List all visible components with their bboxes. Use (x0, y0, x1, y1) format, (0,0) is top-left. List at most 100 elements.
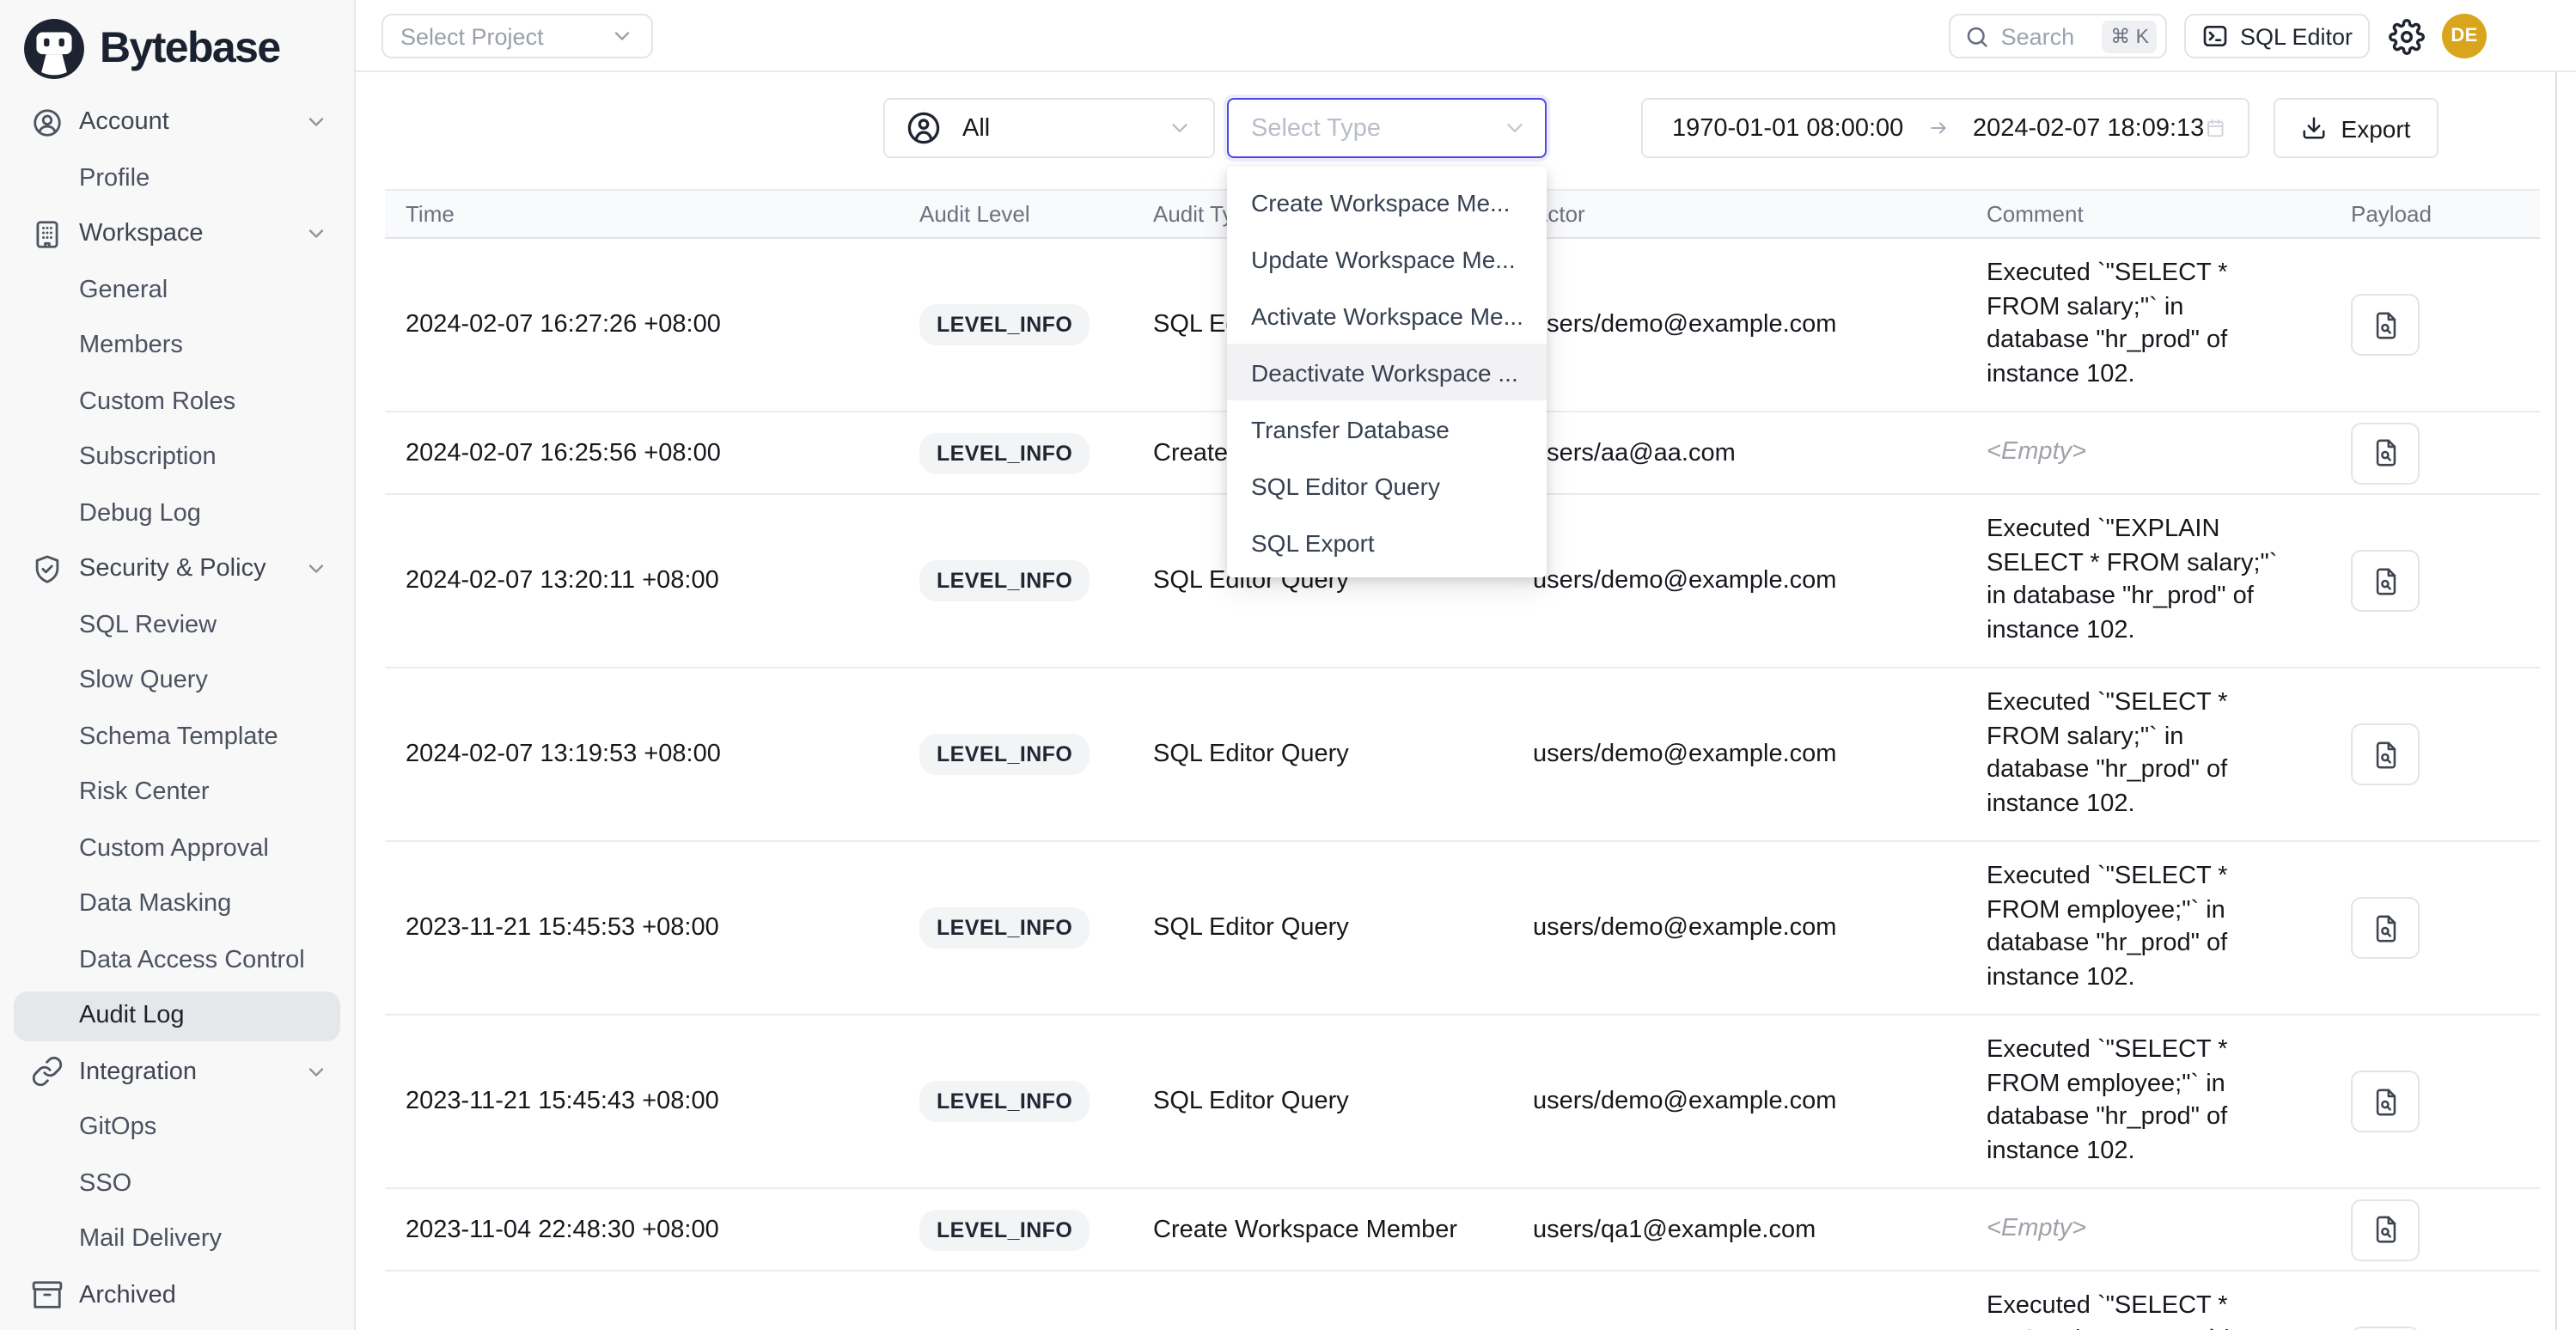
audit-actor: users/demo@example.com (1519, 239, 1973, 411)
date-range-picker[interactable]: 1970-01-01 08:00:00 2024-02-07 18:09:13 (1641, 98, 2249, 158)
sidebar-item-subscription[interactable]: Subscription (0, 430, 354, 485)
export-button[interactable]: Export (2274, 98, 2439, 158)
table-row: 2024-02-07 13:19:53 +08:00 LEVEL_INFO SQ… (385, 668, 2540, 842)
actor-filter-value: All (962, 114, 990, 142)
topbar: Select Project Search ⌘ K SQL Editor DE (356, 0, 2576, 72)
type-dropdown-option[interactable]: Transfer Database (1227, 400, 1547, 457)
audit-type: SQL Editor Query (1139, 842, 1519, 1014)
sidebar-item-archived[interactable]: Archived (0, 1267, 354, 1323)
sidebar: Bytebase Account Profile Workspace Gener… (0, 0, 356, 1330)
audit-type: SQL Editor Query (1139, 1016, 1519, 1187)
audit-time: 2023-11-04 01:06:24 +08:00 (385, 1272, 906, 1330)
sidebar-item-account[interactable]: Account (0, 95, 354, 150)
sidebar-item-custom-roles[interactable]: Custom Roles (0, 374, 354, 430)
chevron-down-icon (304, 558, 328, 582)
column-header-comment: Comment (1973, 201, 2337, 227)
audit-time: 2024-02-07 16:25:56 +08:00 (385, 412, 906, 493)
settings-gear-button[interactable] (2387, 17, 2425, 55)
sql-editor-button[interactable]: SQL Editor (2185, 14, 2370, 58)
scrollbar-track[interactable] (2555, 72, 2557, 1330)
audit-comment: Executed `"SELECT * FROM salary;"` in da… (1973, 668, 2337, 840)
type-filter-select[interactable]: Select Type (1227, 98, 1547, 158)
view-payload-button[interactable] (2351, 1199, 2420, 1260)
audit-time: 2024-02-07 13:19:53 +08:00 (385, 668, 906, 840)
download-icon (2302, 115, 2328, 141)
audit-level-badge: LEVEL_INFO (919, 432, 1090, 473)
audit-comment: <Empty> (1973, 412, 2337, 493)
sidebar-item-sql-review[interactable]: SQL Review (0, 597, 354, 653)
file-search-icon (2371, 438, 2400, 467)
view-payload-button[interactable] (2351, 550, 2420, 612)
sidebar-nav: Account Profile Workspace General Member… (0, 95, 354, 1323)
terminal-icon (2202, 22, 2230, 50)
sidebar-item-data-access-control[interactable]: Data Access Control (0, 932, 354, 988)
table-row: 2023-11-21 15:45:43 +08:00 LEVEL_INFO SQ… (385, 1016, 2540, 1189)
chevron-down-icon (304, 223, 328, 247)
bytebase-logo-icon (22, 17, 86, 81)
audit-time: 2023-11-04 22:48:30 +08:00 (385, 1189, 906, 1270)
view-payload-button[interactable] (2351, 1071, 2420, 1132)
audit-comment: <Empty> (1973, 1189, 2337, 1270)
user-avatar[interactable]: DE (2442, 14, 2487, 58)
type-dropdown-option[interactable]: SQL Export (1227, 514, 1547, 570)
gear-icon (2388, 18, 2424, 54)
project-select[interactable]: Select Project (382, 14, 653, 58)
sidebar-item-gitops[interactable]: GitOps (0, 1100, 354, 1156)
type-dropdown-option[interactable]: Deactivate Workspace ... (1227, 344, 1547, 400)
audit-comment: Executed `"SELECT * FROM department;"` i… (1973, 1272, 2337, 1330)
view-payload-button[interactable] (2351, 422, 2420, 484)
project-select-value: Select Project (400, 23, 544, 49)
view-payload-button[interactable] (2351, 723, 2420, 785)
search-input[interactable]: Search ⌘ K (1950, 14, 2168, 58)
audit-time: 2023-11-21 15:45:43 +08:00 (385, 1016, 906, 1187)
type-dropdown-option[interactable]: Create Workspace Me... (1227, 174, 1547, 230)
audit-comment: Executed `"EXPLAIN SELECT * FROM salary;… (1973, 495, 2337, 667)
column-header-payload: Payload (2337, 201, 2540, 227)
sidebar-item-schema-template[interactable]: Schema Template (0, 709, 354, 765)
audit-time: 2024-02-07 13:20:11 +08:00 (385, 495, 906, 667)
column-header-time: Time (385, 201, 906, 227)
sidebar-item-integration[interactable]: Integration (0, 1044, 354, 1100)
workspace-icon (30, 218, 63, 251)
sidebar-item-general[interactable]: General (0, 262, 354, 318)
view-payload-button[interactable] (2351, 1327, 2420, 1330)
audit-actor: users/demo@example.com (1519, 668, 1973, 840)
sql-editor-label: SQL Editor (2240, 23, 2353, 49)
type-dropdown-option[interactable]: SQL Editor Query (1227, 457, 1547, 514)
chevron-down-icon (1167, 115, 1193, 141)
sidebar-item-workspace[interactable]: Workspace (0, 206, 354, 262)
file-search-icon (2371, 1215, 2400, 1244)
sidebar-item-debug-log[interactable]: Debug Log (0, 485, 354, 541)
actor-filter-select[interactable]: All (883, 98, 1215, 158)
sidebar-item-sso[interactable]: SSO (0, 1156, 354, 1211)
sidebar-item-risk-center[interactable]: Risk Center (0, 765, 354, 821)
audit-comment: Executed `"SELECT * FROM employee;"` in … (1973, 1016, 2337, 1187)
table-row: 2023-11-21 15:45:53 +08:00 LEVEL_INFO SQ… (385, 842, 2540, 1016)
audit-actor: users/demo@example.com (1519, 495, 1973, 667)
bytebase-app: Bytebase Account Profile Workspace Gener… (0, 0, 2576, 1330)
type-dropdown-option[interactable]: Update Workspace Me... (1227, 230, 1547, 287)
sidebar-item-custom-approval[interactable]: Custom Approval (0, 821, 354, 876)
type-dropdown-option[interactable]: Activate Workspace Me... (1227, 287, 1547, 344)
sidebar-item-security-policy[interactable]: Security & Policy (0, 541, 354, 597)
audit-actor: users/demo@example.com (1519, 842, 1973, 1014)
table-row: 2023-11-04 22:48:30 +08:00 LEVEL_INFO Cr… (385, 1189, 2540, 1272)
sidebar-item-slow-query[interactable]: Slow Query (0, 653, 354, 709)
audit-level-badge: LEVEL_INFO (919, 907, 1090, 949)
audit-comment: Executed `"SELECT * FROM salary;"` in da… (1973, 239, 2337, 411)
sidebar-item-profile[interactable]: Profile (0, 150, 354, 206)
sidebar-item-mail-delivery[interactable]: Mail Delivery (0, 1211, 354, 1267)
audit-actor: users/demo@example.com (1519, 1016, 1973, 1187)
date-to-value: 2024-02-07 18:09:13 (1973, 114, 2204, 142)
sidebar-item-data-masking[interactable]: Data Masking (0, 876, 354, 932)
audit-actor: users/qa1@example.com (1519, 1189, 1973, 1270)
date-from-value: 1970-01-01 08:00:00 (1672, 114, 1903, 142)
person-circle-icon (906, 110, 942, 146)
view-payload-button[interactable] (2351, 294, 2420, 356)
sidebar-item-members[interactable]: Members (0, 318, 354, 374)
column-header-audit-level: Audit Level (906, 201, 1139, 227)
view-payload-button[interactable] (2351, 897, 2420, 959)
bytebase-logo[interactable]: Bytebase (0, 0, 354, 95)
audit-type: SQL Editor Query (1139, 668, 1519, 840)
sidebar-item-audit-log[interactable]: Audit Log (0, 988, 354, 1044)
